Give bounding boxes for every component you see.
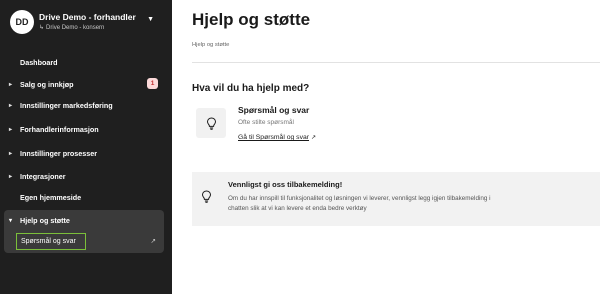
org-subtitle: ↳ Drive Demo - konsern — [39, 24, 104, 31]
feedback-text: Om du har innspill til funksjonalitet og… — [228, 195, 491, 212]
notification-badge: 1 — [147, 78, 158, 89]
chevron-right-icon: ▸ — [9, 126, 13, 133]
caret-down-icon[interactable]: ▼ — [147, 16, 154, 23]
divider — [192, 62, 600, 63]
avatar: DD — [10, 10, 34, 34]
feedback-title: Vennligst gi oss tilbakemelding! — [228, 180, 343, 189]
sidebar-item-egen-hjemmeside[interactable]: Egen hjemmeside — [0, 187, 172, 207]
sidebar-group-hjelp: ▾ Hjelp og støtte Spørsmål og svar ↗ — [4, 210, 164, 253]
sidebar-item-integrasjoner[interactable]: ▸ Integrasjoner — [0, 166, 172, 186]
sidebar-item-prosesser[interactable]: ▸ Innstillinger prosesser — [0, 143, 172, 163]
page-title: Hjelp og støtte — [192, 10, 311, 29]
feedback-panel: Vennligst gi oss tilbakemelding! Om du h… — [192, 172, 600, 226]
chevron-right-icon: ▸ — [9, 150, 13, 157]
sidebar-item-label: Salg og innkjøp — [20, 79, 74, 89]
sidebar-item-salg[interactable]: ▸ Salg og innkjøp 1 — [0, 74, 172, 94]
org-name: Drive Demo - forhandler — [39, 12, 136, 22]
chevron-right-icon: ▸ — [9, 102, 13, 109]
external-link-icon: ↗ — [150, 238, 156, 245]
card-subtitle: Ofte stilte spørsmål — [238, 119, 294, 126]
org-subtitle-text: Drive Demo - konsern — [46, 25, 105, 31]
sidebar-subitem-sporsmal-og-svar[interactable]: Spørsmål og svar — [16, 233, 86, 250]
chevron-right-icon: ▸ — [9, 173, 13, 180]
sidebar-item-label: Innstillinger markedsføring — [20, 100, 113, 110]
lightbulb-icon — [196, 108, 226, 138]
sidebar: DD Drive Demo - forhandler ↳ Drive Demo -… — [0, 0, 172, 294]
sidebar-item-label: Hjelp og støtte — [20, 215, 70, 225]
external-link-icon: ↗ — [311, 135, 317, 141]
sidebar-item-label: Integrasjoner — [20, 171, 66, 181]
sidebar-item-label: Forhandlerinformasjon — [20, 124, 99, 134]
sidebar-item-label: Dashboard — [20, 57, 58, 67]
sidebar-item-markedsforing[interactable]: ▸ Innstillinger markedsføring — [0, 95, 172, 115]
sidebar-item-label: Innstillinger prosesser — [20, 148, 98, 158]
lightbulb-icon — [201, 190, 212, 208]
main-content: Hjelp og støtte Hjelp og støtte Hva vil … — [172, 0, 600, 294]
sidebar-item-label: Egen hjemmeside — [20, 192, 82, 202]
sidebar-item-hjelp-og-stotte[interactable]: ▾ Hjelp og støtte — [4, 210, 164, 230]
sidebar-item-dashboard[interactable]: Dashboard — [0, 52, 172, 72]
faq-link[interactable]: Gå til Spørsmål og svar ↗ — [238, 134, 316, 141]
faq-link-label: Gå til Spørsmål og svar — [238, 134, 310, 141]
sub-arrow-icon: ↳ — [39, 25, 45, 31]
sidebar-item-forhandlerinformasjon[interactable]: ▸ Forhandlerinformasjon — [0, 119, 172, 139]
chevron-down-icon: ▾ — [9, 217, 13, 224]
help-heading: Hva vil du ha hjelp med? — [192, 83, 310, 94]
org-switcher[interactable]: DD Drive Demo - forhandler ↳ Drive Demo -… — [10, 10, 162, 34]
chevron-right-icon: ▸ — [9, 81, 13, 88]
breadcrumb[interactable]: Hjelp og støtte — [192, 42, 229, 48]
card-title: Spørsmål og svar — [238, 105, 310, 115]
